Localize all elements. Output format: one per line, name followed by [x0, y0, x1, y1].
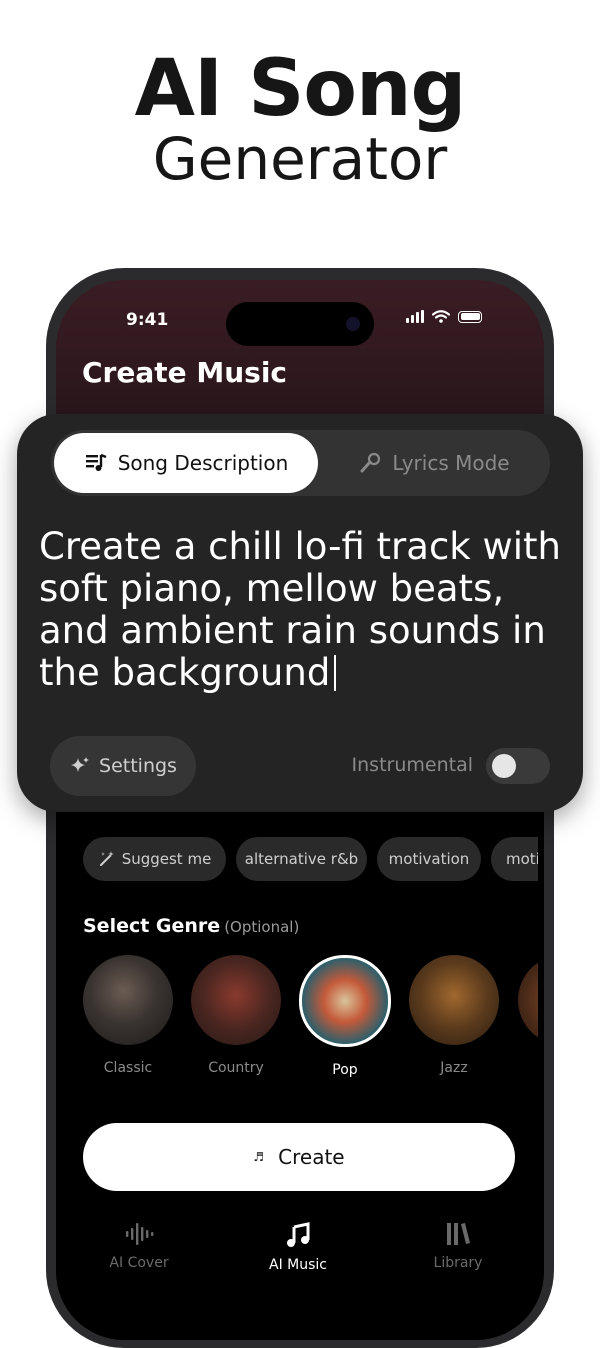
genre-title-text: Select Genre	[83, 915, 221, 937]
signal-icon	[406, 310, 424, 323]
chip-label: motivation	[388, 850, 470, 868]
prompt-card: Song Description Lyrics Mode Create a ch…	[17, 414, 583, 812]
genre-country[interactable]: Country	[188, 955, 284, 1076]
chip-label: alternative r&b	[244, 850, 359, 868]
genre-section-title: Select Genre (Optional)	[83, 915, 299, 937]
tab-song-description[interactable]: Song Description	[54, 433, 318, 493]
mode-tabs: Song Description Lyrics Mode	[51, 430, 550, 496]
status-time: 9:41	[126, 310, 169, 330]
genre-jazz-image	[409, 955, 499, 1045]
page-title: Create Music	[82, 356, 288, 389]
instrumental-toggle[interactable]	[486, 748, 550, 784]
genre-name: Pop	[332, 1062, 358, 1078]
sparkle-icon	[71, 757, 90, 772]
hero-title: AI Song	[134, 44, 467, 134]
tab-song-description-label: Song Description	[117, 451, 289, 475]
hero-subtitle: Generator	[152, 125, 448, 193]
status-icons	[406, 310, 482, 323]
description-icon	[85, 453, 107, 471]
genre-pop[interactable]: Pop	[297, 955, 393, 1078]
bottom-nav: AI Cover AI Music Library	[56, 1215, 544, 1295]
suggestion-chips: Suggest me alternative r&b motivation mo…	[83, 837, 538, 883]
camera-icon	[346, 317, 360, 331]
genre-pop-image	[299, 955, 391, 1047]
create-button[interactable]: ♬ Create	[83, 1123, 515, 1191]
genre-carousel: Classic Country Pop Jazz	[80, 955, 538, 1095]
settings-button[interactable]: Settings	[50, 736, 196, 796]
chip-motivation[interactable]: motivation	[377, 837, 481, 881]
chip-suggest-me[interactable]: Suggest me	[83, 837, 226, 881]
genre-classic[interactable]: Classic	[80, 955, 176, 1076]
genre-classic-image	[83, 955, 173, 1045]
tab-lyrics-mode-label: Lyrics Mode	[392, 451, 510, 475]
text-caret	[334, 655, 337, 691]
genre-partial[interactable]	[515, 955, 538, 1045]
nav-label: AI Music	[269, 1257, 327, 1273]
genre-country-image	[191, 955, 281, 1045]
chip-alternative-rnb[interactable]: alternative r&b	[236, 837, 367, 881]
chip-label: Suggest me	[121, 850, 212, 868]
genre-name: Country	[208, 1060, 264, 1076]
battery-icon	[458, 310, 482, 323]
toggle-knob	[492, 754, 516, 778]
settings-label: Settings	[99, 755, 177, 777]
nav-label: Library	[433, 1255, 483, 1271]
nav-ai-music[interactable]: AI Music	[238, 1221, 358, 1273]
genre-name: Jazz	[440, 1060, 468, 1076]
magic-wand-icon	[99, 851, 114, 866]
chip-label: moti	[506, 850, 538, 868]
prompt-text: Create a chill lo-fi track with soft pia…	[39, 525, 561, 694]
chip-partial[interactable]: moti	[491, 837, 538, 881]
genre-partial-image	[518, 955, 538, 1045]
microphone-icon	[360, 452, 381, 473]
nav-library[interactable]: Library	[398, 1221, 518, 1271]
dynamic-island	[226, 302, 374, 346]
waveform-icon	[126, 1223, 154, 1245]
prompt-input[interactable]: Create a chill lo-fi track with soft pia…	[39, 526, 569, 694]
genre-optional-text: (Optional)	[224, 918, 300, 936]
music-note-icon	[287, 1222, 310, 1247]
instrumental-label: Instrumental	[351, 754, 473, 776]
genre-name: Classic	[103, 1060, 153, 1076]
nav-label: AI Cover	[109, 1255, 169, 1271]
genre-jazz[interactable]: Jazz	[406, 955, 502, 1076]
wifi-icon	[432, 310, 450, 323]
nav-ai-cover[interactable]: AI Cover	[79, 1221, 199, 1271]
library-icon	[447, 1223, 470, 1245]
create-label: Create	[278, 1145, 345, 1169]
music-note-icon: ♬	[253, 1150, 265, 1164]
tab-lyrics-mode[interactable]: Lyrics Mode	[321, 433, 547, 493]
